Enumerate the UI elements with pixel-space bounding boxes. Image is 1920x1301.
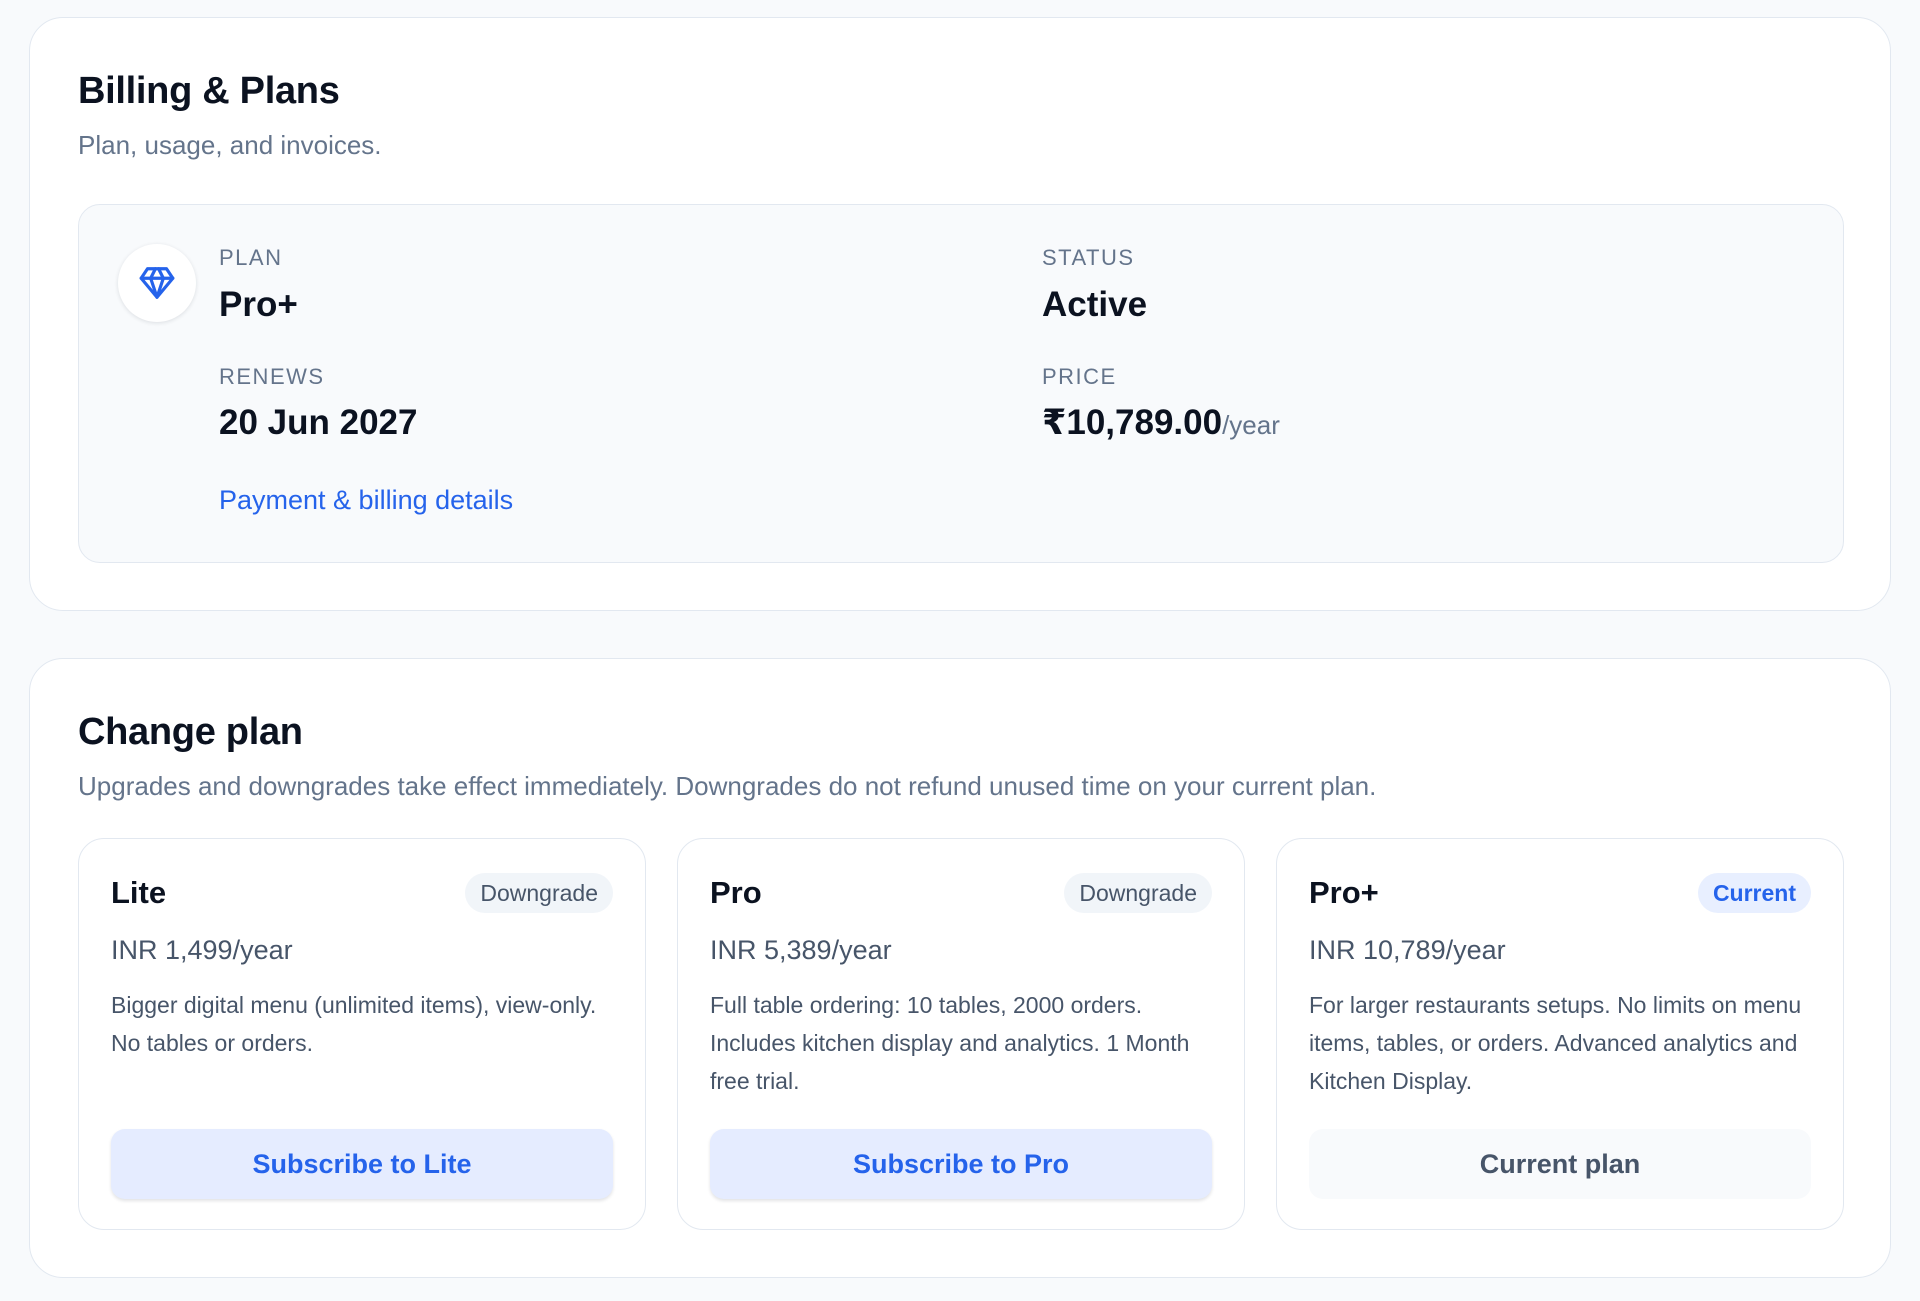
plan-description: Full table ordering: 10 tables, 2000 ord… <box>710 992 1190 1094</box>
page-title: Billing & Plans <box>78 70 340 112</box>
page-subtitle: Plan, usage, and invoices. <box>78 130 382 160</box>
subscribe-pro-button[interactable]: Subscribe to Pro <box>710 1129 1212 1199</box>
downgrade-badge: Downgrade <box>1064 873 1212 913</box>
billing-card: Billing & Plans Plan, usage, and invoice… <box>29 17 1891 611</box>
current-plan-button: Current plan <box>1309 1129 1811 1199</box>
plan-card-pro: Pro Downgrade INR 5,389/year Full table … <box>677 838 1245 1230</box>
plan-description: Bigger digital menu (unlimited items), v… <box>111 992 597 1056</box>
plan-label: PLAN <box>219 245 283 270</box>
subscribe-lite-button[interactable]: Subscribe to Lite <box>111 1129 613 1199</box>
downgrade-badge: Downgrade <box>465 873 613 913</box>
price-amount: ₹10,789.00 <box>1042 403 1223 442</box>
diamond-icon <box>118 244 196 322</box>
plan-name: Pro <box>710 875 762 910</box>
price-label: PRICE <box>1042 364 1117 389</box>
plan-value: Pro+ <box>219 285 298 324</box>
plan-price: INR 10,789/year <box>1309 935 1506 965</box>
plan-card-lite: Lite Downgrade INR 1,499/year Bigger dig… <box>78 838 646 1230</box>
plan-price: INR 5,389/year <box>710 935 892 965</box>
payment-billing-details-link[interactable]: Payment & billing details <box>219 485 513 516</box>
status-value: Active <box>1042 285 1148 324</box>
price-value: ₹10,789.00/year <box>1042 403 1280 443</box>
change-plan-title: Change plan <box>78 711 303 753</box>
change-plan-card: Change plan Upgrades and downgrades take… <box>29 658 1891 1278</box>
plan-price: INR 1,499/year <box>111 935 293 965</box>
plan-summary-panel: PLAN Pro+ STATUS Active RENEWS 20 Jun 20… <box>78 204 1844 563</box>
plan-name: Lite <box>111 875 167 910</box>
plan-description: For larger restaurants setups. No limits… <box>1309 992 1802 1094</box>
current-badge: Current <box>1697 873 1811 913</box>
change-plan-subtitle: Upgrades and downgrades take effect imme… <box>78 771 1377 801</box>
status-label: STATUS <box>1042 245 1135 270</box>
renews-label: RENEWS <box>219 364 325 389</box>
renews-value: 20 Jun 2027 <box>219 403 418 442</box>
plan-card-pro-plus: Pro+ Current INR 10,789/year For larger … <box>1276 838 1844 1230</box>
plan-name: Pro+ <box>1309 875 1379 910</box>
price-unit: /year <box>1222 410 1280 440</box>
